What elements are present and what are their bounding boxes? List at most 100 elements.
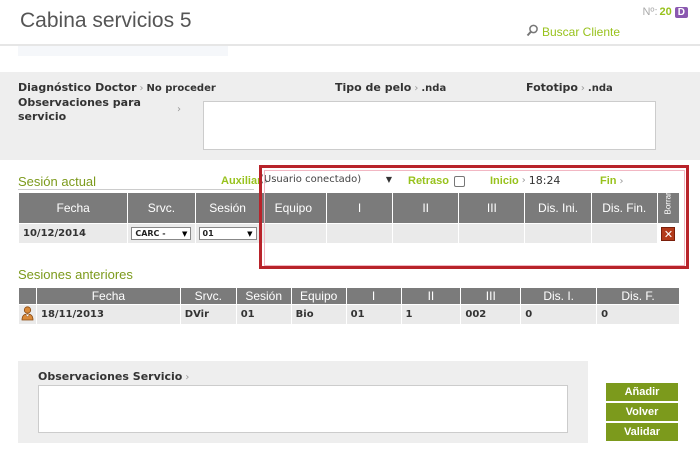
srvc-select[interactable]: CARC - ▼ bbox=[131, 227, 192, 240]
cell-sesion: 01 bbox=[235, 304, 292, 325]
tipo-pelo-value: .nda bbox=[421, 83, 447, 94]
cell-dis-ini[interactable] bbox=[524, 223, 592, 244]
col-fecha: Fecha bbox=[36, 287, 181, 305]
chevron-right-icon: › bbox=[139, 83, 144, 94]
magnifier-icon bbox=[526, 24, 539, 40]
chevron-right-icon: › bbox=[414, 83, 419, 94]
col-srvc: Srvc. bbox=[179, 287, 237, 305]
fototipo-label: Fototipo bbox=[526, 81, 578, 94]
doctor-avatar-icon bbox=[21, 306, 34, 324]
chevron-right-icon: › bbox=[521, 175, 526, 186]
col-iii: III bbox=[460, 287, 522, 305]
table-header-row: Fecha Srvc. Sesión Equipo I II III Dis. … bbox=[18, 287, 680, 305]
col-dis-i: Dis. I. bbox=[520, 287, 598, 305]
counter-label: Nº: bbox=[642, 6, 658, 18]
tipo-pelo-field: Tipo de pelo › .nda bbox=[335, 81, 446, 94]
cell-ii[interactable] bbox=[392, 223, 460, 244]
table-row: 10/12/2014 CARC - ▼ 01 ▼ ✕ bbox=[17, 223, 681, 244]
srvc-select-value: CARC - bbox=[135, 229, 166, 238]
cell-equipo[interactable] bbox=[259, 223, 327, 244]
search-client-link[interactable]: Buscar Cliente bbox=[526, 24, 620, 40]
inicio-button[interactable]: Inicio bbox=[490, 175, 519, 187]
retraso-label: Retraso bbox=[408, 175, 449, 187]
col-ii: II bbox=[400, 287, 462, 305]
sesion-actual-title: Sesión actual bbox=[18, 174, 97, 189]
anadir-button[interactable]: Añadir bbox=[606, 383, 678, 401]
diagnostico-label: Diagnóstico Doctor bbox=[18, 81, 137, 94]
fin-field: Fin › bbox=[600, 174, 627, 187]
col-equipo: Equipo bbox=[259, 192, 327, 224]
observaciones-servicio-field: Observaciones Servicio › bbox=[38, 370, 192, 383]
cell-fecha: 10/12/2014 bbox=[17, 223, 129, 244]
col-borrar: Borrar bbox=[656, 191, 681, 224]
delete-icon[interactable]: ✕ bbox=[661, 226, 676, 241]
col-srvc: Srvc. bbox=[127, 192, 196, 224]
inicio-field: Inicio › 18:24 bbox=[490, 174, 560, 187]
cell-dis-i: 0 bbox=[520, 304, 598, 325]
cell-dis-fin[interactable] bbox=[590, 223, 658, 244]
col-dis-fin: Dis. Fin. bbox=[590, 192, 658, 224]
cell-sesion: 01 ▼ bbox=[194, 223, 261, 244]
col-sesion: Sesión bbox=[235, 287, 292, 305]
auxiliar-selected-value: (Usuario conectado) bbox=[260, 174, 362, 185]
cell-srvc: CARC - ▼ bbox=[127, 223, 196, 244]
col-i: I bbox=[345, 287, 402, 305]
observaciones-label: Observaciones para servicio bbox=[18, 96, 141, 124]
cell-ii: 1 bbox=[400, 304, 462, 325]
chevron-right-icon: › bbox=[185, 372, 190, 383]
inicio-time: 18:24 bbox=[528, 174, 561, 187]
table-row[interactable]: 18/11/2013 DVir 01 Bio 01 1 002 0 0 bbox=[18, 304, 680, 325]
page-title: Cabina servicios 5 bbox=[20, 9, 192, 32]
auxiliar-label: Auxiliar bbox=[221, 175, 262, 187]
sesiones-anteriores-title: Sesiones anteriores bbox=[18, 267, 133, 282]
observaciones-servicio-textarea[interactable] bbox=[38, 385, 568, 433]
counter-badge: D bbox=[674, 7, 688, 18]
chevron-right-icon: › bbox=[619, 176, 624, 187]
tipo-pelo-label: Tipo de pelo bbox=[335, 81, 412, 94]
dropdown-arrow-icon: ▼ bbox=[385, 175, 392, 184]
cell-equipo: Bio bbox=[290, 304, 347, 325]
observaciones-label-line2: servicio bbox=[18, 110, 67, 123]
sesion-select[interactable]: 01 ▼ bbox=[198, 227, 257, 240]
retraso-checkbox[interactable] bbox=[453, 175, 465, 187]
observaciones-textarea[interactable] bbox=[203, 101, 656, 150]
search-client-label: Buscar Cliente bbox=[542, 25, 621, 39]
table-header-row: Fecha Srvc. Sesión Equipo I II III Dis. … bbox=[17, 191, 681, 224]
sesiones-anteriores-table: Fecha Srvc. Sesión Equipo I II III Dis. … bbox=[18, 287, 680, 325]
cell-avatar bbox=[18, 304, 37, 325]
col-dis-f: Dis. F. bbox=[596, 287, 680, 305]
diagnostico-value: No proceder bbox=[146, 83, 216, 94]
col-borrar-label: Borrar bbox=[663, 191, 673, 214]
chevron-right-icon: › bbox=[177, 104, 181, 115]
ghost-text-artifact bbox=[18, 46, 228, 56]
cell-i: 01 bbox=[345, 304, 402, 325]
col-dis-ini: Dis. Ini. bbox=[524, 192, 592, 224]
col-i: I bbox=[325, 192, 394, 224]
sesion-actual-underline bbox=[18, 189, 254, 190]
cell-fecha: 18/11/2013 bbox=[36, 304, 181, 325]
client-counter: Nº: 20 D bbox=[642, 6, 688, 18]
col-sesion: Sesión bbox=[194, 192, 261, 224]
col-ii: II bbox=[392, 192, 460, 224]
sesion-actual-table: Fecha Srvc. Sesión Equipo I II III Dis. … bbox=[17, 191, 681, 244]
chevron-right-icon: › bbox=[580, 83, 585, 94]
observaciones-label-line1: Observaciones para bbox=[18, 96, 141, 109]
cell-srvc: DVir bbox=[179, 304, 237, 325]
volver-button[interactable]: Volver bbox=[606, 403, 678, 421]
cell-iii[interactable] bbox=[458, 223, 526, 244]
fototipo-field: Fototipo › .nda bbox=[526, 81, 613, 94]
fin-button[interactable]: Fin bbox=[600, 175, 617, 187]
col-iii: III bbox=[458, 192, 526, 224]
cell-iii: 002 bbox=[460, 304, 522, 325]
validar-button[interactable]: Validar bbox=[606, 423, 678, 441]
fototipo-value: .nda bbox=[587, 83, 613, 94]
col-avatar bbox=[18, 287, 37, 305]
diagnostico-field: Diagnóstico Doctor › No proceder bbox=[18, 81, 216, 94]
retraso-field: Retraso bbox=[408, 175, 465, 187]
dropdown-arrow-icon: ▼ bbox=[181, 229, 188, 238]
cell-borrar: ✕ bbox=[656, 223, 681, 244]
auxiliar-select[interactable]: (Usuario conectado) ▼ bbox=[260, 174, 392, 185]
cell-i[interactable] bbox=[325, 223, 394, 244]
dropdown-arrow-icon: ▼ bbox=[247, 229, 253, 238]
sesion-select-value: 01 bbox=[202, 229, 214, 238]
